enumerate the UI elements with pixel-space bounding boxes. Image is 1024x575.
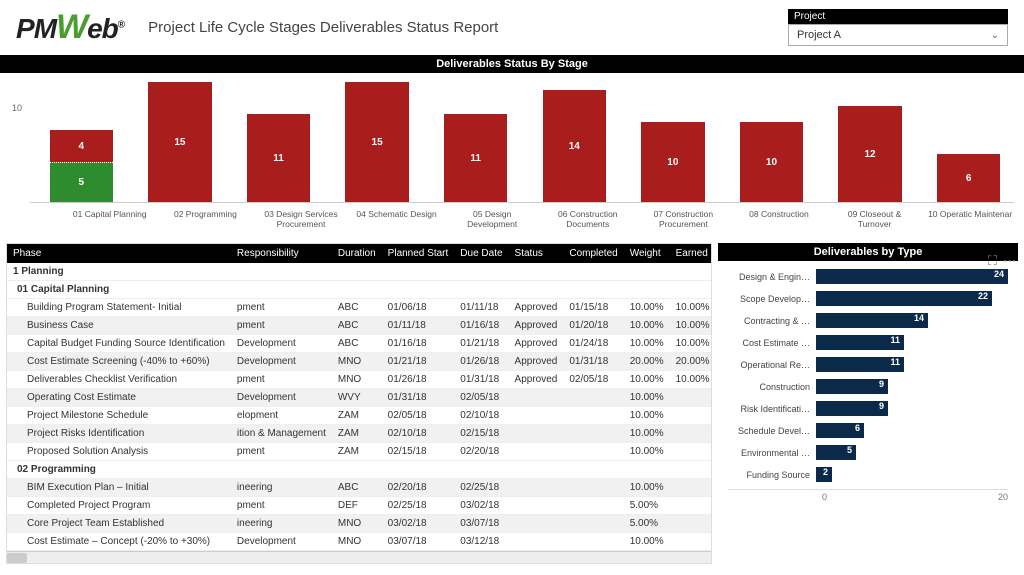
table-row[interactable]: BIM Execution Plan – InitialineeringABC0…	[7, 479, 712, 497]
hbar-value: 9	[879, 379, 884, 389]
column-header[interactable]: Phase	[7, 244, 231, 263]
bar-segment-approved[interactable]: 5	[50, 162, 113, 202]
subgroup-row[interactable]: 01 Capital Planning	[7, 281, 712, 299]
bar-category-label: 07 Construction Procurement	[640, 209, 728, 229]
horizontal-scrollbar[interactable]	[7, 551, 711, 563]
hbar-label: Operational Re…	[728, 360, 816, 370]
hbar-bar[interactable]: 11	[816, 357, 904, 372]
bar-segment-pending[interactable]: 15	[148, 82, 211, 202]
logo: PMWeb®	[16, 8, 124, 47]
type-bar-chart[interactable]: Design & Engin… 24 Scope Develop… 22 Contrac…	[718, 261, 1018, 506]
hbar-bar[interactable]: 14	[816, 313, 928, 328]
table-row[interactable]: Operating Cost EstimateDevelopmentWVY01/…	[7, 389, 712, 407]
y-axis-tick: 10	[12, 103, 22, 113]
bar-segment-pending[interactable]: 15	[345, 82, 408, 202]
hbar-bar[interactable]: 24	[816, 269, 1008, 284]
project-dropdown-value: Project A	[797, 29, 841, 41]
hbar-label: Contracting & …	[728, 316, 816, 326]
subgroup-row[interactable]: 02 Programming	[7, 461, 712, 479]
hbar-label: Funding Source	[728, 470, 816, 480]
hbar-value: 2	[823, 467, 828, 477]
bar-category-label: 10 Operatic Maintenar	[926, 209, 1014, 229]
column-header[interactable]: Weight	[624, 244, 670, 263]
bar-category-label: 06 Construction Documents	[544, 209, 632, 229]
column-header[interactable]: Planned Start	[382, 244, 455, 263]
stage-chart-title: Deliverables Status By Stage	[0, 55, 1024, 73]
hbar-label: Schedule Devel…	[728, 426, 816, 436]
bar-category-label: 01 Capital Planning	[66, 209, 154, 229]
hbar-bar[interactable]: 22	[816, 291, 992, 306]
bar-segment-pending[interactable]: 14	[543, 90, 606, 202]
column-header[interactable]: Completed	[563, 244, 623, 263]
column-header[interactable]: Due Date	[454, 244, 508, 263]
bar-segment-pending[interactable]: 10	[641, 122, 704, 202]
bar-category-label: 02 Programming	[162, 209, 250, 229]
bar-category-label: 03 Design Services Procurement	[257, 209, 345, 229]
hbar-value: 6	[855, 423, 860, 433]
hbar-value: 9	[879, 401, 884, 411]
bar-segment-pending[interactable]: 12	[838, 106, 901, 202]
table-row[interactable]: Business CasepmentABC01/11/1801/16/18App…	[7, 317, 712, 335]
bar-category-label: 09 Closeout & Turnover	[831, 209, 919, 229]
hbar-value: 24	[994, 269, 1004, 279]
hbar-bar[interactable]: 11	[816, 335, 904, 350]
hbar-bar[interactable]: 6	[816, 423, 864, 438]
column-header[interactable]: Earned	[670, 244, 712, 263]
stage-bar-chart[interactable]: 10 54 15 11 15 11 14 10 10 12 6 01 Capital Planni…	[0, 73, 1024, 243]
hbar-bar[interactable]: 5	[816, 445, 856, 460]
table-row[interactable]: Project Risks Identificationition & Mana…	[7, 425, 712, 443]
column-header[interactable]: Status	[509, 244, 564, 263]
hbar-label: Cost Estimate …	[728, 338, 816, 348]
table-row[interactable]: Capital Budget Funding Source Identifica…	[7, 335, 712, 353]
project-dropdown[interactable]: Project A ⌄	[788, 24, 1008, 46]
hbar-label: Construction	[728, 382, 816, 392]
group-row[interactable]: 1 Planning	[7, 263, 712, 281]
bar-category-label: 05 Design Development	[448, 209, 536, 229]
hbar-label: Scope Develop…	[728, 294, 816, 304]
hbar-label: Environmental …	[728, 448, 816, 458]
hbar-value: 22	[978, 291, 988, 301]
bar-segment-pending[interactable]: 6	[937, 154, 1000, 202]
hbar-bar[interactable]: 9	[816, 401, 888, 416]
bar-segment-pending[interactable]: 11	[444, 114, 507, 202]
hbar-value: 11	[890, 357, 900, 367]
x-axis-tick: 20	[998, 492, 1008, 502]
x-axis-tick: 0	[822, 492, 827, 502]
table-row[interactable]: Core Project Team EstablishedineeringMNO…	[7, 515, 712, 533]
bar-segment-pending[interactable]: 4	[50, 130, 113, 162]
table-row[interactable]: Deliverables Checklist Verificationpment…	[7, 371, 712, 389]
hbar-bar[interactable]: 9	[816, 379, 888, 394]
bar-category-label: 04 Schematic Design	[353, 209, 441, 229]
bar-category-label: 08 Construction	[735, 209, 823, 229]
table-row[interactable]: Proposed Solution AnalysispmentZAM02/15/…	[7, 443, 712, 461]
hbar-value: 5	[847, 445, 852, 455]
focus-mode-icon[interactable]: ⛶	[988, 253, 997, 269]
project-filter-label: Project	[788, 9, 1008, 24]
hbar-bar[interactable]: 2	[816, 467, 832, 482]
deliverables-table[interactable]: PhaseResponsibilityDurationPlanned Start…	[6, 243, 712, 564]
bar-segment-pending[interactable]: 10	[740, 122, 803, 202]
table-row[interactable]: Building Program Statement- Initialpment…	[7, 299, 712, 317]
chevron-down-icon: ⌄	[991, 30, 999, 41]
hbar-value: 11	[890, 335, 900, 345]
type-chart-title: Deliverables by Type	[718, 243, 1018, 261]
table-row[interactable]: Cost Estimate Screening (-40% to +60%)De…	[7, 353, 712, 371]
column-header[interactable]: Responsibility	[231, 244, 332, 263]
column-header[interactable]: Duration	[332, 244, 382, 263]
hbar-label: Design & Engin…	[728, 272, 816, 282]
table-row[interactable]: Project Milestone ScheduleelopmentZAM02/…	[7, 407, 712, 425]
table-row[interactable]: Completed Project ProgrampmentDEF02/25/1…	[7, 497, 712, 515]
page-title: Project Life Cycle Stages Deliverables S…	[148, 19, 764, 36]
more-options-icon[interactable]: ⋯	[1003, 253, 1016, 269]
hbar-label: Risk Identificati…	[728, 404, 816, 414]
hbar-value: 14	[914, 313, 924, 323]
table-row[interactable]: Cost Estimate – Concept (-20% to +30%)De…	[7, 533, 712, 551]
bar-segment-pending[interactable]: 11	[247, 114, 310, 202]
